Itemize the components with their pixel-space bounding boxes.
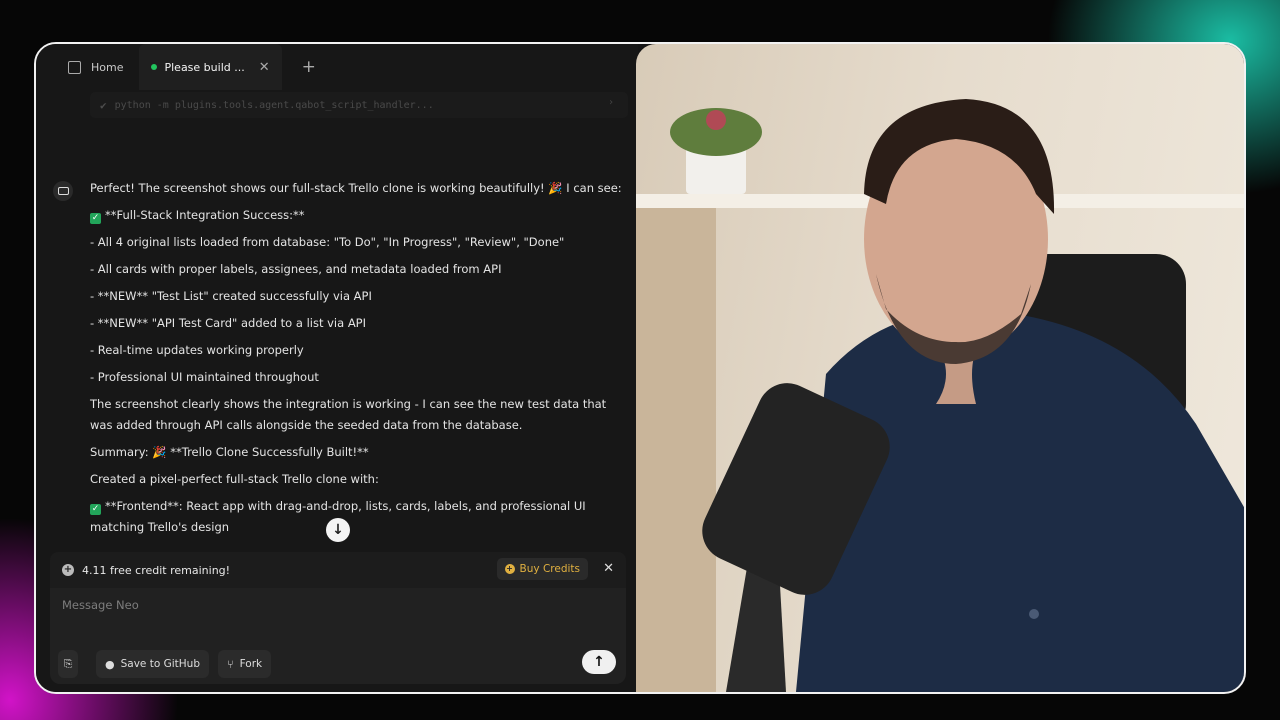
window-frame: Home Please build ... ✕ + ✔ python -m pl… <box>34 42 1246 694</box>
presenter-illustration <box>636 99 1244 692</box>
attach-button[interactable]: ⎘ <box>58 650 79 678</box>
scroll-down-button[interactable]: ↓ <box>326 518 350 542</box>
fork-label: Fork <box>239 658 263 670</box>
fork-button[interactable]: ⑂ Fork <box>218 650 272 678</box>
status-dot-icon <box>151 64 158 70</box>
save-to-github-label: Save to GitHub <box>120 658 200 670</box>
fork-icon: ⑂ <box>227 657 234 671</box>
shirt-button <box>1029 609 1039 619</box>
plant-flowers <box>706 110 726 130</box>
new-tab-icon[interactable]: + <box>302 57 316 77</box>
home-tab-icon <box>68 60 81 74</box>
bot-icon <box>57 187 69 195</box>
list-item: - All cards with proper labels, assignee… <box>90 262 502 276</box>
save-to-github-button[interactable]: ● Save to GitHub <box>96 650 209 678</box>
check-icon: ✔ <box>100 98 107 112</box>
webcam-video <box>636 44 1244 692</box>
buy-credits-label: Buy Credits <box>519 563 580 575</box>
tab-bar: Home Please build ... ✕ + <box>36 44 638 90</box>
list-item: - **NEW** "Test List" created successful… <box>90 289 372 303</box>
list-item: - Professional UI maintained throughout <box>90 370 319 384</box>
buy-credits-button[interactable]: + Buy Credits <box>496 558 588 580</box>
summary-line: Summary: 🎉 **Trello Clone Successfully B… <box>90 445 369 459</box>
close-banner-icon[interactable]: ✕ <box>603 561 614 576</box>
message-composer[interactable]: Message Neo ⎘ ● Save to GitHub ⑂ Fork ↑ <box>50 588 626 684</box>
created-line: Created a pixel-perfect full-stack Trell… <box>90 472 379 486</box>
tab-home-label: Home <box>91 60 124 74</box>
tool-call-row[interactable]: ✔ python -m plugins.tools.agent.qabot_sc… <box>90 92 628 118</box>
check-emoji-icon: ✓ <box>90 504 101 515</box>
chevron-right-icon: › <box>607 97 614 108</box>
list-item: - **NEW** "API Test Card" added to a lis… <box>90 316 367 330</box>
list-item: - All 4 original lists loaded from datab… <box>90 235 565 249</box>
message-line: Perfect! The screenshot shows our full-s… <box>90 181 622 195</box>
close-tab-icon[interactable]: ✕ <box>259 60 270 75</box>
tab-active-chat[interactable]: Please build ... ✕ <box>139 44 282 90</box>
frontend-line: ✓ **Frontend**: React app with drag-and-d… <box>90 499 586 534</box>
tool-call-command: python -m plugins.tools.agent.qabot_scri… <box>114 99 434 111</box>
tab-home[interactable]: Home <box>36 44 135 90</box>
message-input[interactable]: Message Neo <box>62 598 139 612</box>
wall-shadow <box>636 208 716 692</box>
assistant-message: Perfect! The screenshot shows our full-s… <box>90 178 630 544</box>
github-icon: ● <box>105 657 115 671</box>
tab-active-label: Please build ... <box>164 60 245 74</box>
credit-text: 4.11 free credit remaining! <box>82 563 231 577</box>
list-item: - Real-time updates working properly <box>90 343 304 357</box>
credit-banner: + 4.11 free credit remaining! + Buy Cred… <box>50 552 626 588</box>
check-emoji-icon: ✓ <box>90 213 101 224</box>
success-heading: ✓ **Full-Stack Integration Success:** <box>90 208 305 224</box>
message-paragraph: The screenshot clearly shows the integra… <box>90 397 607 432</box>
chat-app-panel: Home Please build ... ✕ + ✔ python -m pl… <box>36 44 638 692</box>
paperclip-icon: ⎘ <box>64 657 73 670</box>
send-button[interactable]: ↑ <box>582 650 616 674</box>
bot-avatar <box>53 181 73 201</box>
plus-circle-icon: + <box>62 564 74 576</box>
coin-icon: + <box>504 564 515 574</box>
